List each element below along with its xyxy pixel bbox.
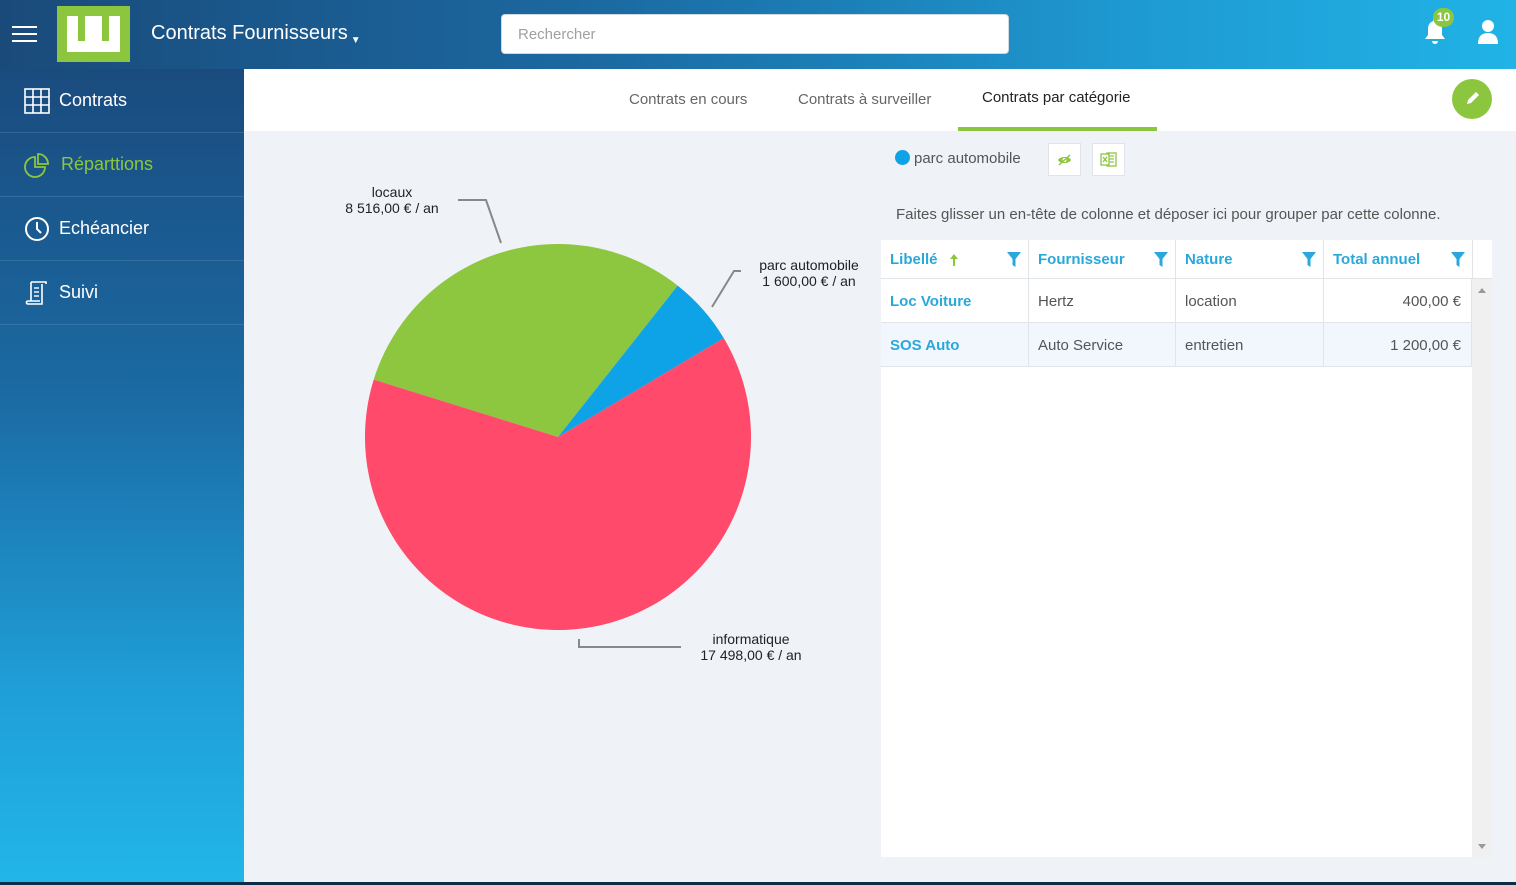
category-color-dot <box>895 150 910 165</box>
selected-category-label: parc automobile <box>914 150 1021 167</box>
sidebar: Contrats Réparttions Echéancier Suivi <box>0 69 244 882</box>
cell-nature: entretien <box>1176 323 1324 367</box>
slice-value-informatique: 17 498,00 € / an <box>700 647 801 663</box>
filter-icon[interactable] <box>1154 252 1168 267</box>
grid-scrollbar[interactable] <box>1472 279 1492 857</box>
sidebar-item-suivi[interactable]: Suivi <box>0 261 244 325</box>
scroll-down-arrow-icon[interactable] <box>1478 844 1486 849</box>
sidebar-item-label: Contrats <box>59 90 128 110</box>
cell-libelle[interactable]: Loc Voiture <box>881 279 1029 323</box>
app-title: Contrats Fournisseurs <box>151 22 348 44</box>
selected-category-legend: parc automobile <box>895 150 1021 167</box>
sidebar-item-label: Suivi <box>59 282 99 302</box>
slice-label-informatique: informatique <box>712 631 789 647</box>
leader-line-parc-automobile <box>711 270 741 308</box>
pencil-icon <box>1467 92 1479 104</box>
leader-line-locaux <box>458 199 502 244</box>
slice-value-locaux: 8 516,00 € / an <box>345 200 438 216</box>
filter-icon[interactable] <box>1451 252 1465 267</box>
cell-fournisseur: Hertz <box>1029 279 1176 323</box>
cell-total-annuel: 1 200,00 € <box>1324 323 1472 367</box>
sidebar-item-label: Réparttions <box>61 154 154 174</box>
tab-contrats-a-surveiller[interactable]: Contrats à surveiller <box>798 91 931 108</box>
notification-badge: 10 <box>1433 8 1454 27</box>
scroll-icon <box>25 281 47 305</box>
cell-total-annuel: 400,00 € <box>1324 279 1472 323</box>
cell-libelle[interactable]: SOS Auto <box>881 323 1029 367</box>
filter-icon[interactable] <box>1007 252 1021 267</box>
user-icon[interactable] <box>1476 18 1500 46</box>
pie-chart-svg: locaux 8 516,00 € / an parc automobile 1… <box>345 184 859 663</box>
contracts-grid: Libellé Fournisseur Nature Total annuel … <box>881 240 1492 857</box>
hide-eye-icon <box>1058 154 1071 166</box>
column-header-fournisseur[interactable]: Fournisseur <box>1029 240 1176 279</box>
excel-export-button[interactable] <box>1092 143 1125 176</box>
hide-button[interactable] <box>1048 143 1081 176</box>
column-header-total-annuel[interactable]: Total annuel <box>1324 240 1473 279</box>
search-input[interactable] <box>501 14 1009 54</box>
edit-button[interactable] <box>1452 79 1492 119</box>
column-header-nature[interactable]: Nature <box>1176 240 1324 279</box>
sidebar-item-repartitions[interactable]: Réparttions <box>0 133 244 197</box>
table-row[interactable]: Loc Voiture Hertz location 400,00 € <box>881 279 1472 323</box>
app-logo[interactable] <box>57 6 130 62</box>
cell-nature: location <box>1176 279 1324 323</box>
app-title-dropdown[interactable]: Contrats Fournisseurs ▼ <box>151 22 361 46</box>
tab-contrats-en-cours[interactable]: Contrats en cours <box>629 91 747 108</box>
pie-chart: locaux 8 516,00 € / an parc automobile 1… <box>244 131 880 882</box>
table-row[interactable]: SOS Auto Auto Service entretien 1 200,00… <box>881 323 1472 367</box>
scroll-up-arrow-icon[interactable] <box>1478 288 1486 293</box>
cell-fournisseur: Auto Service <box>1029 323 1176 367</box>
grid-icon <box>24 88 50 114</box>
slice-label-parc-automobile: parc automobile <box>759 257 859 273</box>
sort-ascending-icon <box>950 254 958 266</box>
clock-icon <box>25 217 49 241</box>
slice-value-parc-automobile: 1 600,00 € / an <box>762 273 855 289</box>
column-header-libelle[interactable]: Libellé <box>881 240 1029 279</box>
grid-header: Libellé Fournisseur Nature Total annuel <box>881 240 1492 279</box>
sidebar-item-echeancier[interactable]: Echéancier <box>0 197 244 261</box>
pie-chart-icon <box>24 153 49 178</box>
sidebar-item-contrats[interactable]: Contrats <box>0 69 244 133</box>
tab-bar: Contrats en cours Contrats à surveiller … <box>244 69 1516 131</box>
filter-icon[interactable] <box>1302 252 1316 267</box>
caret-down-icon: ▼ <box>350 35 361 46</box>
group-by-drop-zone[interactable]: Faites glisser un en-tête de colonne et … <box>881 188 1492 240</box>
sidebar-item-label: Echéancier <box>59 218 150 238</box>
slice-label-locaux: locaux <box>372 184 412 200</box>
tab-contrats-par-categorie[interactable]: Contrats par catégorie <box>982 89 1130 106</box>
hamburger-icon[interactable] <box>12 24 37 44</box>
excel-export-icon <box>1100 152 1117 167</box>
app-header: Contrats Fournisseurs▼ 10 <box>0 0 1516 69</box>
active-tab-indicator <box>958 127 1157 131</box>
leader-line-informatique-2 <box>578 639 681 648</box>
